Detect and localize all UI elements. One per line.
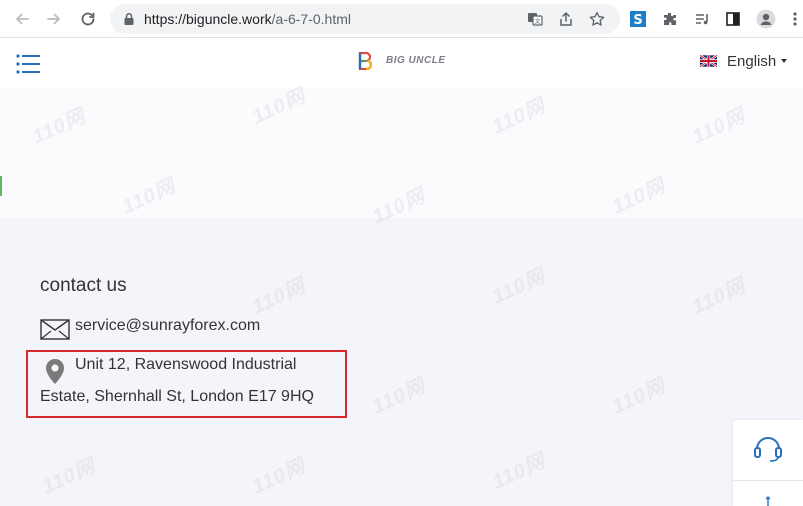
- side-panel-icon[interactable]: [723, 9, 743, 29]
- address-bar[interactable]: https://biguncle.work/a-6-7-0.html 文: [110, 4, 620, 34]
- profile-avatar-icon[interactable]: [756, 9, 776, 29]
- reload-icon[interactable]: [78, 9, 98, 29]
- url-host: https://biguncle.work: [144, 11, 272, 27]
- url-text: https://biguncle.work/a-6-7-0.html: [144, 11, 351, 27]
- logo-text: BIG UNCLE: [386, 55, 446, 66]
- contact-title: contact us: [40, 275, 127, 296]
- address-highlight-box: [26, 350, 347, 418]
- browser-toolbar: https://biguncle.work/a-6-7-0.html 文 S: [0, 0, 803, 38]
- back-arrow-icon[interactable]: [12, 9, 32, 29]
- media-queue-icon[interactable]: [692, 9, 712, 29]
- translate-icon[interactable]: 文: [526, 10, 544, 28]
- svg-text:S: S: [633, 13, 642, 28]
- email-row: service@sunrayforex.com: [40, 311, 260, 341]
- puzzle-extensions-icon[interactable]: [660, 9, 680, 29]
- site-header: BIG UNCLE English: [0, 38, 803, 88]
- site-logo[interactable]: BIG UNCLE: [358, 50, 446, 72]
- svg-text:文: 文: [534, 18, 540, 26]
- lock-icon[interactable]: [122, 12, 136, 26]
- arrow-up-icon[interactable]: [765, 496, 771, 506]
- language-label: English: [727, 52, 777, 70]
- email-link[interactable]: service@sunrayforex.com: [75, 317, 260, 335]
- share-icon[interactable]: [557, 10, 575, 28]
- headset-icon[interactable]: [753, 434, 783, 462]
- customer-service-widget[interactable]: [733, 420, 803, 506]
- s-extension-icon[interactable]: S: [628, 9, 648, 29]
- widget-divider: [733, 480, 803, 481]
- language-selector[interactable]: English: [700, 51, 788, 71]
- uk-flag-icon: [700, 55, 717, 67]
- bookmark-star-icon[interactable]: [588, 10, 606, 28]
- left-edge-accent: [0, 176, 2, 196]
- hamburger-menu-icon[interactable]: [16, 53, 40, 75]
- logo-mark-icon: [358, 52, 372, 70]
- hero-band: [0, 88, 803, 218]
- forward-arrow-icon[interactable]: [44, 9, 64, 29]
- envelope-icon: [40, 319, 70, 340]
- chevron-down-icon: [781, 59, 788, 63]
- kebab-menu-icon[interactable]: [790, 9, 800, 29]
- url-path: /a-6-7-0.html: [271, 11, 351, 27]
